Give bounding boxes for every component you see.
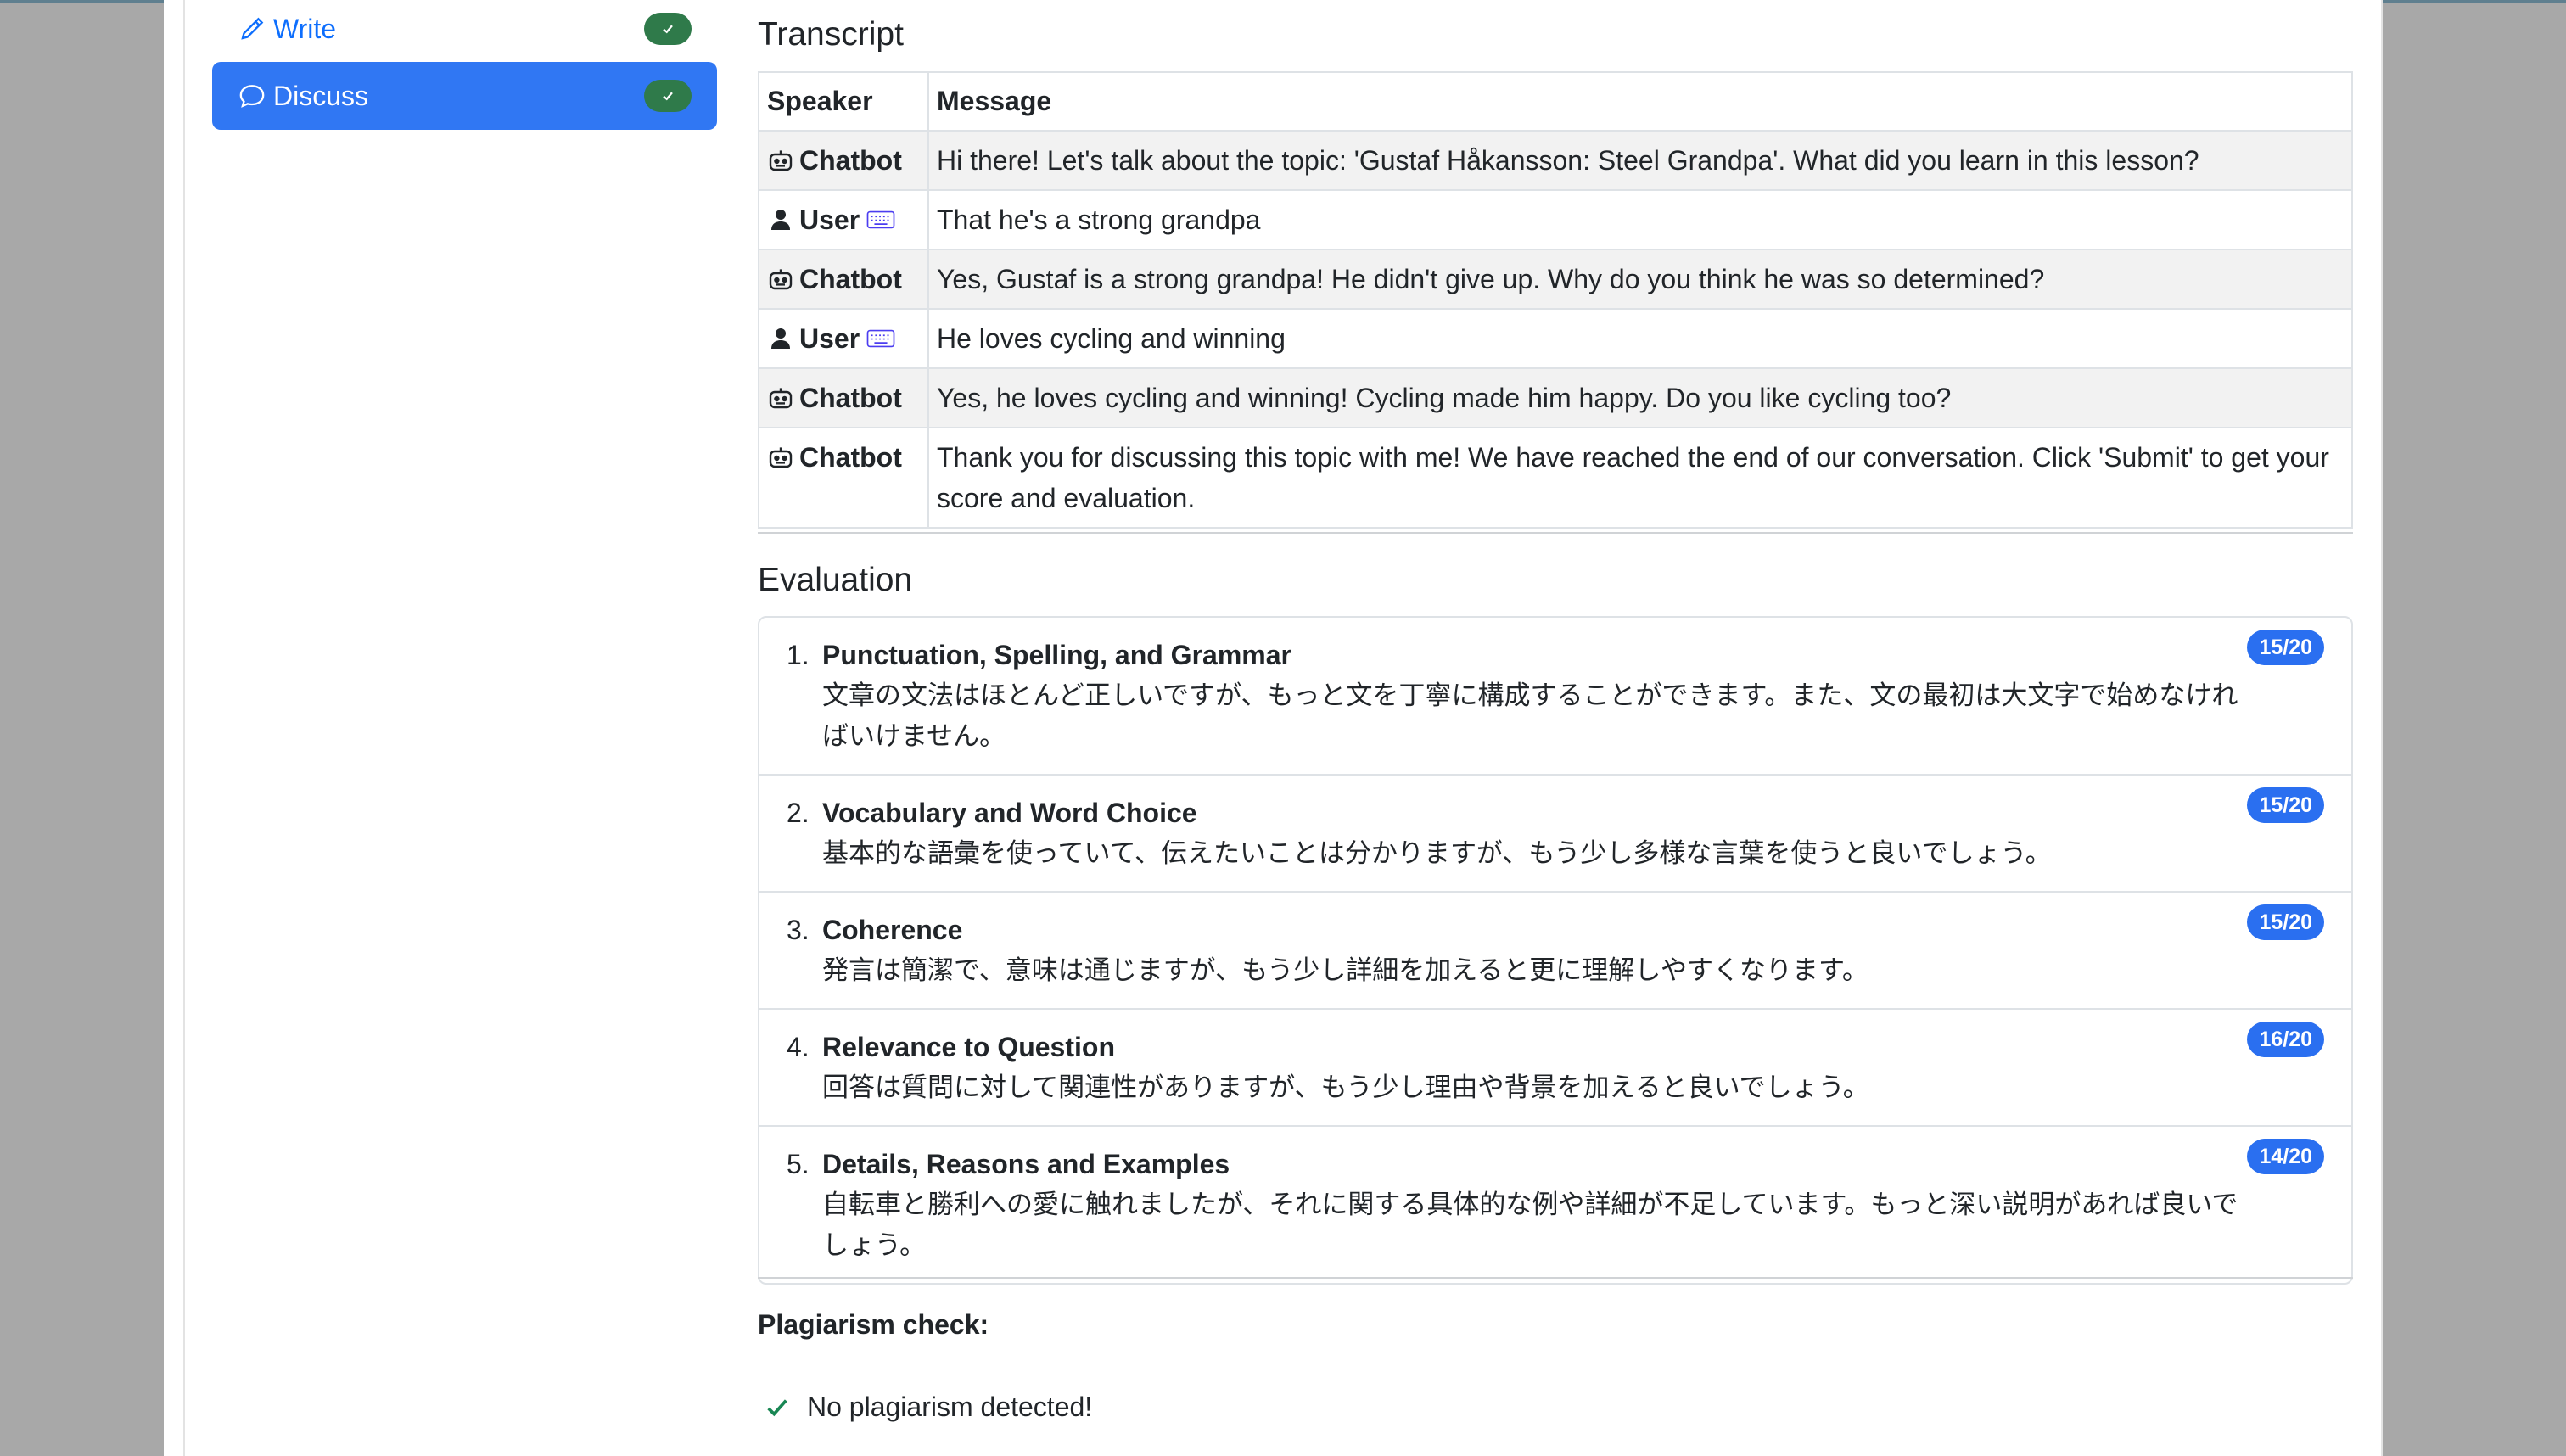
speaker-cell: Chatbot [767,259,920,300]
speaker-cell: Chatbot [767,378,920,418]
keyboard-icon [866,329,895,348]
check-icon [767,1398,787,1416]
sidebar-item-discuss[interactable]: Discuss [212,62,717,130]
message-cell: Hi there! Let's talk about the topic: 'G… [927,130,2353,191]
robot-icon [769,388,793,409]
item-number: 5. [787,1149,810,1179]
sidebar-item-label: Discuss [273,80,369,111]
item-number: 3. [787,915,810,945]
chat-bubble-icon [238,81,266,110]
item-number: 2. [787,798,810,828]
robot-icon [769,269,793,290]
criterion-feedback: 文章の文法はほとんど正しいですが、もっと文を丁寧に構成することができます。また、… [822,680,2238,752]
column-header-speaker: Speaker [758,71,929,132]
section-divider [758,532,2353,534]
list-item: 2. Vocabulary and Word Choice 基本的な語彙を使って… [759,776,2351,893]
score-badge: 15/20 [2247,787,2324,823]
score-badge: 14/20 [2247,1139,2324,1174]
sidebar-item-write[interactable]: Write [212,0,717,63]
evaluation-list: 1. Punctuation, Spelling, and Grammar 文章… [758,616,2353,1285]
person-icon [771,210,790,230]
criterion-feedback: 基本的な語彙を使っていて、伝えたいことは分かりますが、もう少し多様な言葉を使うと… [822,838,2052,869]
completed-check-icon [644,13,692,45]
plagiarism-check-title: Plagiarism check: [758,1309,989,1340]
transcript-table: Speaker Message Chatbot Hi there! Let's … [758,71,2353,529]
list-item: 3. Coherence 発言は簡潔で、意味は通じますが、もう少し詳細を加えると… [759,893,2351,1010]
sidebar-item-label: Write [273,13,337,44]
table-row: User He loves cycling and winning [758,308,2353,369]
plagiarism-result-text: No plagiarism detected! [807,1392,1093,1422]
table-row: Chatbot Yes, he loves cycling and winnin… [758,367,2353,428]
list-item: 4. Relevance to Question 回答は質問に対して関連性があり… [759,1010,2351,1127]
score-badge: 16/20 [2247,1022,2324,1057]
plagiarism-result: No plagiarism detected! [765,1392,1092,1423]
transcript-title: Transcript [758,16,904,53]
speaker-cell: User [767,199,920,240]
table-row: Chatbot Thank you for discussing this to… [758,427,2353,529]
list-item: 5. Details, Reasons and Examples 自転車と勝利へ… [759,1127,2351,1283]
pencil-icon [238,14,266,43]
criterion-title: Coherence [822,915,963,945]
criterion-feedback: 発言は簡潔で、意味は通じますが、もう少し詳細を加えると更に理解しやすくなります。 [822,955,1868,986]
criterion-title: Relevance to Question [822,1032,1115,1062]
table-row: User That he's a strong grandpa [758,189,2353,250]
criterion-feedback: 自転車と勝利への愛に触れましたが、それに関する具体的な例や詳細が不足しています。… [822,1190,2238,1261]
speaker-cell: Chatbot [767,437,920,478]
robot-icon [769,447,793,468]
speaker-cell: User [767,318,920,359]
message-cell: Thank you for discussing this topic with… [927,427,2353,529]
score-badge: 15/20 [2247,630,2324,665]
column-header-message: Message [927,71,2353,132]
item-number: 4. [787,1032,810,1062]
criterion-title: Punctuation, Spelling, and Grammar [822,640,1291,670]
keyboard-icon [866,210,895,229]
item-number: 1. [787,640,810,670]
score-badge: 15/20 [2247,904,2324,940]
table-row: Chatbot Hi there! Let's talk about the t… [758,130,2353,191]
completed-check-icon [644,80,692,112]
criterion-title: Vocabulary and Word Choice [822,798,1197,828]
robot-icon [769,150,793,171]
criterion-title: Details, Reasons and Examples [822,1149,1230,1179]
table-row: Chatbot Yes, Gustaf is a strong grandpa!… [758,249,2353,310]
message-cell: Yes, he loves cycling and winning! Cycli… [927,367,2353,428]
message-cell: He loves cycling and winning [927,308,2353,369]
message-cell: That he's a strong grandpa [927,189,2353,250]
criterion-feedback: 回答は質問に対して関連性がありますが、もう少し理由や背景を加えると良いでしょう。 [822,1072,1869,1103]
list-item: 1. Punctuation, Spelling, and Grammar 文章… [759,618,2351,776]
section-divider [758,1277,2353,1279]
message-cell: Yes, Gustaf is a strong grandpa! He didn… [927,249,2353,310]
person-icon [771,328,790,349]
speaker-cell: Chatbot [767,140,920,181]
table-header-row: Speaker Message [758,71,2353,132]
evaluation-title: Evaluation [758,562,913,598]
